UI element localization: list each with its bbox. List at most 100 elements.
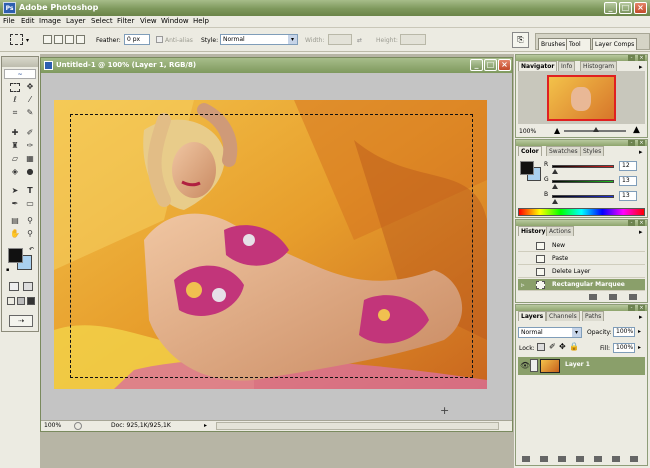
zoom-out-icon[interactable]: ▲ — [554, 126, 560, 135]
brush-tool-icon[interactable]: ✐ — [23, 127, 37, 139]
tab-swatches[interactable]: Swatches — [546, 146, 581, 156]
new-selection-icon[interactable] — [43, 35, 52, 44]
menu-image[interactable]: Image — [39, 17, 61, 25]
hand-tool-icon[interactable]: ✋ — [8, 228, 22, 240]
red-value-input[interactable]: 12 — [619, 161, 637, 171]
marquee-tool-preset-icon[interactable] — [10, 34, 23, 45]
tab-color[interactable]: Color — [518, 146, 542, 156]
jump-to-imageready-icon[interactable]: ⇢ — [9, 315, 33, 327]
antialias-checkbox[interactable] — [156, 36, 163, 43]
new-group-icon[interactable] — [594, 456, 602, 462]
rectangular-selection-marquee[interactable] — [70, 114, 473, 378]
rectangular-marquee-tool-icon[interactable] — [10, 83, 20, 92]
feather-logo-icon[interactable]: ~ — [4, 69, 36, 79]
dodge-tool-icon[interactable]: ● — [23, 166, 37, 178]
blend-mode-select[interactable]: Normal ▾ — [518, 327, 582, 338]
opacity-slider-icon[interactable]: ▸ — [638, 328, 641, 335]
panel-minimize-icon[interactable]: - — [628, 220, 635, 226]
panel-close-icon[interactable]: × — [638, 305, 645, 311]
preset-dropdown-icon[interactable]: ▾ — [26, 37, 29, 44]
history-item[interactable]: Delete Layer — [518, 266, 645, 278]
tab-styles[interactable]: Styles — [580, 146, 605, 156]
history-item[interactable]: New — [518, 240, 645, 252]
panel-close-icon[interactable]: × — [638, 55, 645, 61]
chevron-down-icon[interactable]: ▾ — [288, 35, 297, 44]
menu-edit[interactable]: Edit — [21, 17, 35, 25]
standard-mode-icon[interactable] — [9, 282, 19, 291]
menu-layer[interactable]: Layer — [66, 17, 86, 25]
panel-menu-icon[interactable]: ▸ — [639, 228, 643, 236]
new-layer-icon[interactable] — [612, 456, 620, 462]
tab-tool-presets[interactable]: Tool Presets — [566, 38, 591, 50]
tab-history[interactable]: History — [518, 226, 549, 236]
layer-style-icon[interactable] — [540, 456, 548, 462]
slice-tool-icon[interactable]: ✎ — [23, 107, 37, 119]
tab-info[interactable]: Info — [558, 61, 576, 71]
tab-channels[interactable]: Channels — [546, 311, 580, 321]
layer-link-icon[interactable] — [530, 359, 538, 372]
zoom-level[interactable]: 100% — [44, 422, 61, 429]
new-document-from-state-icon[interactable] — [589, 294, 597, 300]
lasso-tool-icon[interactable]: ℓ — [8, 94, 22, 106]
doc-minimize-icon[interactable]: _ — [470, 59, 483, 71]
lock-position-icon[interactable]: ✥ — [559, 342, 566, 351]
panel-menu-icon[interactable]: ▸ — [639, 148, 643, 156]
green-slider-knob[interactable] — [552, 184, 558, 189]
close-icon[interactable]: × — [634, 2, 647, 14]
color-foreground-swatch[interactable] — [520, 161, 534, 175]
new-snapshot-icon[interactable] — [609, 294, 617, 300]
panel-minimize-icon[interactable]: - — [628, 305, 635, 311]
chevron-down-icon[interactable]: ▾ — [572, 328, 581, 337]
healing-brush-tool-icon[interactable]: ✚ — [8, 127, 22, 139]
path-selection-tool-icon[interactable]: ➤ — [8, 185, 22, 197]
clone-stamp-tool-icon[interactable]: ♜ — [8, 140, 22, 152]
menu-help[interactable]: Help — [193, 17, 209, 25]
panel-close-icon[interactable]: × — [638, 140, 645, 146]
document-title-bar[interactable]: Untitled-1 @ 100% (Layer 1, RGB/8) _ □ × — [41, 58, 512, 73]
doc-maximize-icon[interactable]: □ — [484, 59, 497, 71]
blue-slider[interactable] — [552, 195, 614, 198]
panel-close-icon[interactable]: × — [638, 220, 645, 226]
toolbox-header[interactable] — [2, 57, 38, 67]
panel-menu-icon[interactable]: ▸ — [639, 63, 643, 71]
red-slider-knob[interactable] — [552, 169, 558, 174]
shape-tool-icon[interactable]: ▭ — [23, 198, 37, 210]
lock-all-icon[interactable]: 🔒 — [569, 342, 579, 351]
navigator-zoom[interactable]: 100% — [519, 128, 536, 135]
tab-brushes[interactable]: Brushes — [538, 38, 569, 50]
panel-minimize-icon[interactable]: - — [628, 140, 635, 146]
feather-input[interactable]: 0 px — [124, 34, 150, 45]
tab-paths[interactable]: Paths — [582, 311, 605, 321]
fill-input[interactable]: 100% — [613, 343, 635, 353]
type-tool-icon[interactable]: T — [23, 185, 37, 197]
history-brush-tool-icon[interactable]: ✑ — [23, 140, 37, 152]
opacity-input[interactable]: 100% — [613, 327, 635, 337]
crop-tool-icon[interactable]: ⌗ — [8, 107, 22, 119]
navigator-thumbnail[interactable] — [547, 75, 616, 121]
history-item-selected[interactable]: ▹ Rectangular Marquee — [518, 279, 645, 291]
lock-image-icon[interactable]: ✐ — [549, 342, 556, 351]
horizontal-scrollbar[interactable] — [216, 422, 499, 430]
gradient-tool-icon[interactable]: ▦ — [23, 153, 37, 165]
zoom-tool-icon[interactable]: ⚲ — [23, 228, 37, 240]
menu-file[interactable]: File — [3, 17, 15, 25]
eraser-tool-icon[interactable]: ▱ — [8, 153, 22, 165]
layer-row-selected[interactable]: 👁 Layer 1 — [518, 357, 645, 375]
pen-tool-icon[interactable]: ✒ — [8, 198, 22, 210]
delete-state-icon[interactable] — [629, 294, 637, 300]
tab-layer-comps[interactable]: Layer Comps — [592, 38, 638, 50]
minimize-icon[interactable]: _ — [604, 2, 617, 14]
blue-slider-knob[interactable] — [552, 199, 558, 204]
menu-window[interactable]: Window — [161, 17, 189, 25]
blur-tool-icon[interactable]: ◈ — [8, 166, 22, 178]
foreground-color-swatch[interactable] — [8, 248, 23, 263]
red-slider[interactable] — [552, 165, 614, 168]
zoom-in-icon[interactable]: ▲ — [633, 125, 640, 135]
eye-visibility-icon[interactable]: 👁 — [520, 361, 530, 370]
zoom-slider-knob[interactable] — [593, 127, 599, 132]
move-tool-icon[interactable]: ✥ — [23, 81, 37, 93]
full-screen-menu-mode-icon[interactable] — [17, 297, 25, 305]
menu-select[interactable]: Select — [91, 17, 113, 25]
standard-screen-mode-icon[interactable] — [7, 297, 15, 305]
full-screen-mode-icon[interactable] — [27, 297, 35, 305]
